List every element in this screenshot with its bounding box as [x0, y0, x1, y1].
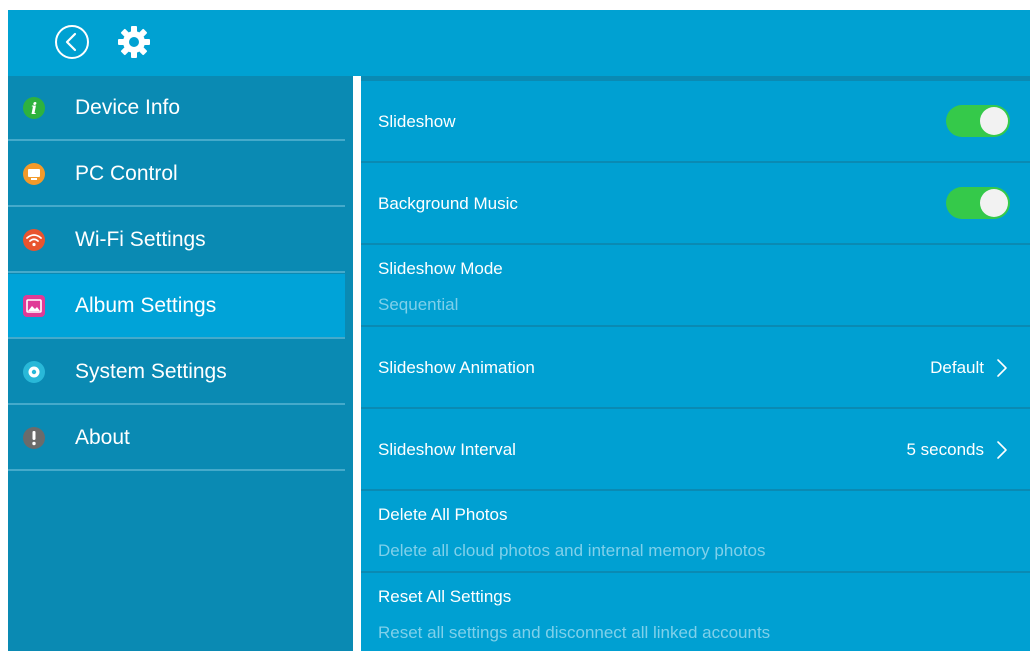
back-arrow-icon [55, 25, 89, 59]
exclamation-icon [23, 426, 45, 449]
sidebar: i Device Info PC Control Wi-Fi Settings [8, 76, 353, 651]
monitor-icon [23, 162, 45, 185]
chevron-right-icon [997, 441, 1007, 459]
info-icon: i [23, 96, 45, 119]
sidebar-item-album-settings[interactable]: Album Settings [8, 274, 345, 339]
settings-button[interactable] [115, 23, 153, 61]
reset-all-settings-row[interactable]: Reset All Settings Reset all settings an… [361, 573, 1030, 651]
sidebar-item-pc-control[interactable]: PC Control [8, 142, 345, 207]
background-music-toggle[interactable] [946, 187, 1010, 219]
sidebar-item-label: Device Info [75, 95, 181, 119]
row-title: Background Music [378, 194, 518, 213]
app-frame: i Device Info PC Control Wi-Fi Settings [8, 10, 1030, 651]
sidebar-item-label: System Settings [75, 359, 227, 383]
sidebar-item-device-info[interactable]: i Device Info [8, 76, 345, 141]
sidebar-item-system-settings[interactable]: System Settings [8, 340, 345, 405]
row-subtitle: Reset all settings and disconnect all li… [378, 623, 771, 642]
gear-icon [118, 26, 150, 58]
slideshow-toggle[interactable] [946, 105, 1010, 137]
slideshow-row[interactable]: Slideshow [361, 81, 1030, 161]
photo-icon [23, 294, 45, 317]
slideshow-interval-value: 5 seconds [906, 440, 985, 459]
row-title: Delete All Photos [378, 505, 508, 524]
row-subtitle: Delete all cloud photos and internal mem… [378, 541, 766, 560]
settings-list: Slideshow Background Music Slideshow Mod… [361, 76, 1030, 651]
background-music-row[interactable]: Background Music [361, 163, 1030, 243]
svg-text:i: i [31, 99, 37, 118]
gear-icon [23, 360, 45, 383]
back-button[interactable] [54, 24, 90, 60]
sidebar-item-label: Wi-Fi Settings [75, 227, 206, 251]
slideshow-animation-value: Default [930, 358, 984, 377]
sidebar-item-label: Album Settings [75, 293, 217, 317]
row-title: Slideshow [378, 112, 456, 131]
sidebar-item-label: PC Control [75, 161, 178, 185]
row-title: Slideshow Mode [378, 259, 503, 278]
slideshow-mode-row[interactable]: Slideshow Mode Sequential [361, 245, 1030, 325]
sidebar-item-about[interactable]: About [8, 406, 345, 471]
slideshow-animation-row[interactable]: Slideshow Animation Default [361, 327, 1030, 407]
wifi-icon [23, 228, 45, 251]
slideshow-interval-row[interactable]: Slideshow Interval 5 seconds [361, 409, 1030, 489]
slideshow-mode-value: Sequential [378, 295, 459, 314]
sidebar-item-label: About [75, 425, 130, 449]
sidebar-item-wifi-settings[interactable]: Wi-Fi Settings [8, 208, 345, 273]
top-bar [8, 10, 1030, 76]
row-title: Slideshow Interval [378, 440, 516, 459]
delete-all-photos-row[interactable]: Delete All Photos Delete all cloud photo… [361, 491, 1030, 571]
chevron-right-icon [997, 359, 1007, 377]
row-title: Reset All Settings [378, 587, 512, 606]
row-title: Slideshow Animation [378, 358, 535, 377]
